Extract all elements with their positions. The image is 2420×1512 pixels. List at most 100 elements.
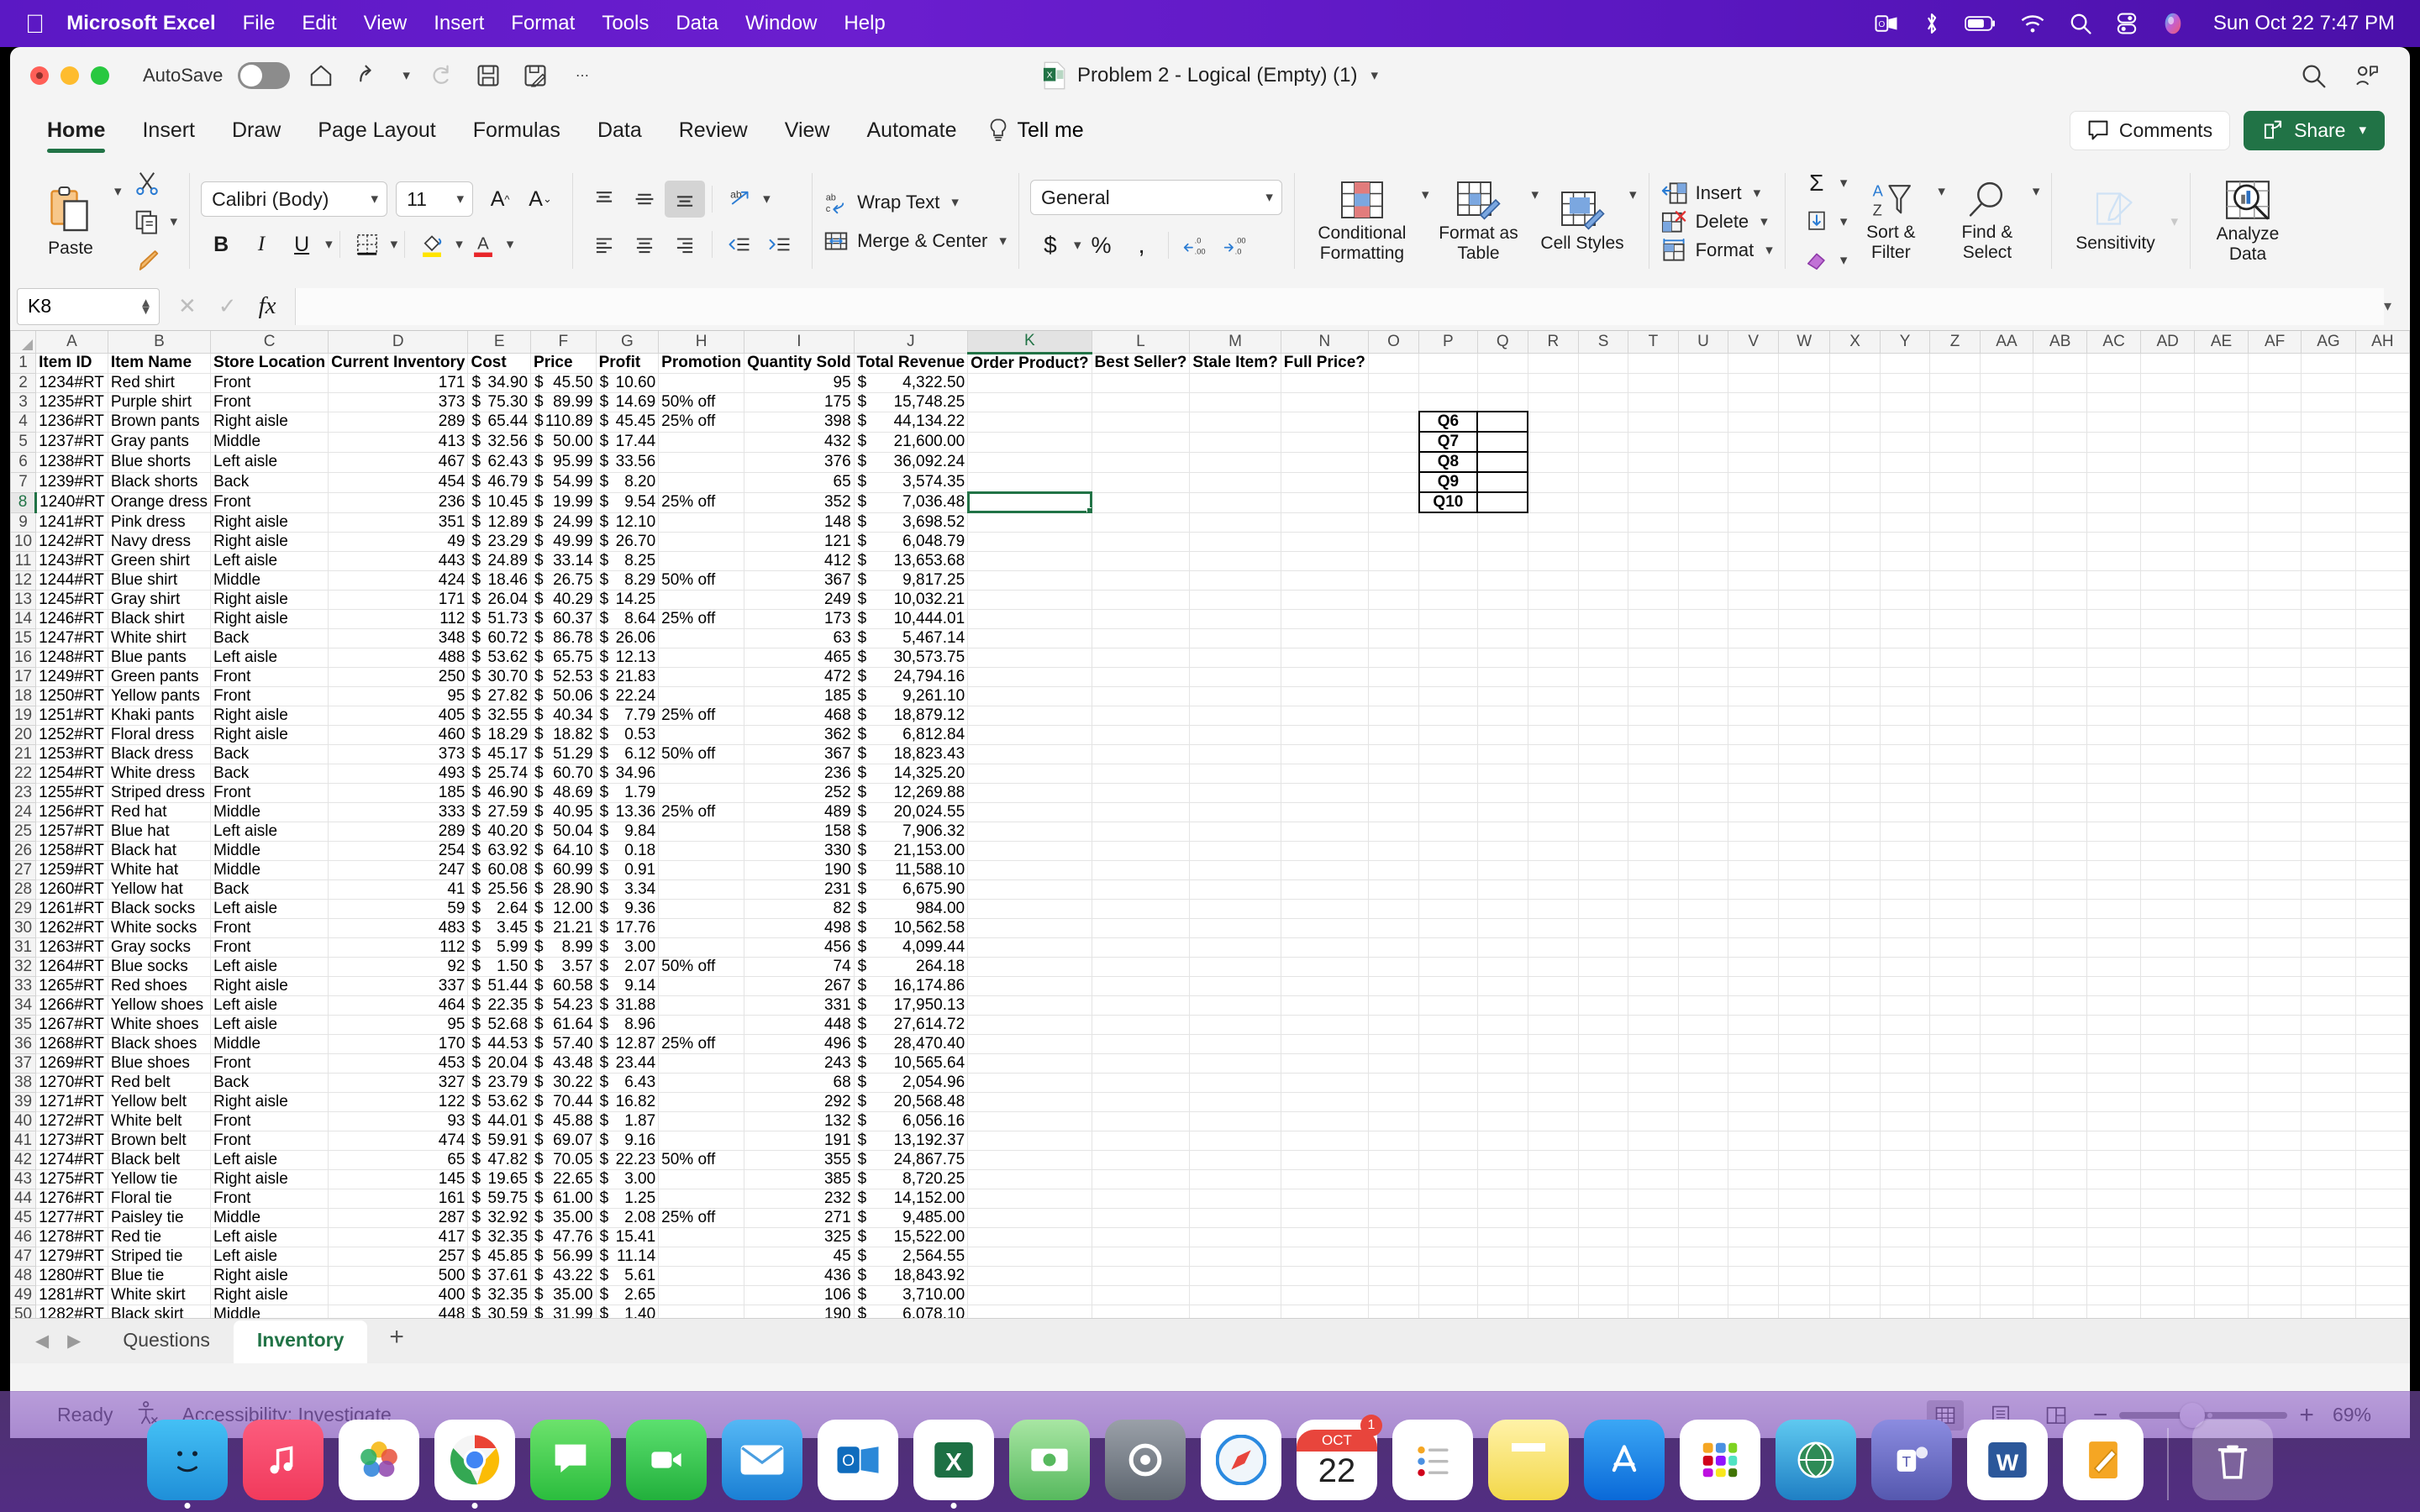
- row-header-12[interactable]: 12: [10, 570, 37, 591]
- cell-W24[interactable]: [1778, 801, 1831, 822]
- cell-AD43[interactable]: [2140, 1168, 2196, 1189]
- cell-J46[interactable]: $15,522.00: [853, 1226, 969, 1247]
- row-header-47[interactable]: 47: [10, 1246, 37, 1267]
- cell-M26[interactable]: [1189, 840, 1281, 861]
- cell-AB8[interactable]: [2033, 491, 2088, 513]
- cell-X40[interactable]: [1829, 1110, 1881, 1131]
- autosave-toggle[interactable]: [238, 62, 291, 89]
- cell-AB3[interactable]: [2033, 391, 2088, 412]
- cell-AD20[interactable]: [2140, 724, 2196, 745]
- cell-Z15[interactable]: [1929, 627, 1981, 648]
- cell-D30[interactable]: 483: [328, 917, 469, 938]
- cell-M42[interactable]: [1189, 1149, 1281, 1170]
- cell-W10[interactable]: [1778, 531, 1831, 552]
- cell-AA5[interactable]: [1979, 431, 2034, 453]
- cell-R39[interactable]: [1527, 1091, 1579, 1112]
- cell-AC29[interactable]: [2086, 898, 2142, 919]
- cell-Q50[interactable]: [1476, 1304, 1528, 1318]
- cell-N24[interactable]: [1280, 801, 1369, 822]
- cell-AE46[interactable]: [2194, 1226, 2249, 1247]
- cell-AG31[interactable]: [2301, 937, 2356, 958]
- cell-L5[interactable]: [1091, 431, 1191, 453]
- cell-Y36[interactable]: [1879, 1033, 1931, 1054]
- cell-G33[interactable]: $9.14: [595, 975, 660, 996]
- cell-AB19[interactable]: [2033, 705, 2088, 726]
- cell-Q23[interactable]: [1476, 782, 1528, 803]
- cell-Z28[interactable]: [1929, 879, 1981, 900]
- cell-B34[interactable]: Yellow shoes: [107, 995, 212, 1016]
- cell-V5[interactable]: [1728, 431, 1780, 453]
- cell-A17[interactable]: 1249#RT: [35, 666, 108, 687]
- cell-N31[interactable]: [1280, 937, 1369, 958]
- battery-icon[interactable]: [1965, 14, 1996, 33]
- cell-AH50[interactable]: [2354, 1304, 2410, 1318]
- cell-C12[interactable]: Middle: [210, 570, 329, 591]
- cell-Q29[interactable]: [1476, 898, 1528, 919]
- cell-T1[interactable]: [1628, 352, 1679, 374]
- cell-C23[interactable]: Front: [210, 782, 329, 803]
- cell-P43[interactable]: [1418, 1168, 1478, 1189]
- cell-AE10[interactable]: [2194, 531, 2249, 552]
- cell-R33[interactable]: [1527, 975, 1579, 996]
- cell-Z23[interactable]: [1929, 782, 1981, 803]
- cell-A32[interactable]: 1264#RT: [35, 956, 108, 977]
- cell-U3[interactable]: [1677, 391, 1729, 412]
- cell-Z40[interactable]: [1929, 1110, 1981, 1131]
- paste-button[interactable]: Paste: [30, 185, 111, 259]
- cell-I48[interactable]: 436: [744, 1265, 855, 1286]
- cell-AA10[interactable]: [1979, 531, 2034, 552]
- search-icon[interactable]: [2297, 60, 2329, 92]
- cell-N10[interactable]: [1280, 531, 1369, 552]
- cell-J39[interactable]: $20,568.48: [853, 1091, 969, 1112]
- cell-Y2[interactable]: [1879, 372, 1931, 393]
- column-header-ah[interactable]: AH: [2354, 331, 2410, 354]
- cell-Z26[interactable]: [1929, 840, 1981, 861]
- cell-G24[interactable]: $13.36: [595, 801, 660, 822]
- cell-G9[interactable]: $12.10: [595, 512, 660, 533]
- cell-W40[interactable]: [1778, 1110, 1831, 1131]
- cell-E35[interactable]: $52.68: [467, 1014, 532, 1035]
- cell-A30[interactable]: 1262#RT: [35, 917, 108, 938]
- cell-AH16[interactable]: [2354, 647, 2410, 668]
- cell-A34[interactable]: 1266#RT: [35, 995, 108, 1016]
- home-icon[interactable]: [305, 60, 337, 92]
- cell-H27[interactable]: [658, 859, 745, 880]
- cell-B25[interactable]: Blue hat: [107, 821, 212, 842]
- cell-D48[interactable]: 500: [328, 1265, 469, 1286]
- cell-J6[interactable]: $36,092.24: [853, 451, 969, 473]
- cell-C10[interactable]: Right aisle: [210, 531, 329, 552]
- column-header-ad[interactable]: AD: [2140, 331, 2196, 354]
- cell-I16[interactable]: 465: [744, 647, 855, 668]
- cell-F23[interactable]: $48.69: [530, 782, 597, 803]
- cell-Z50[interactable]: [1929, 1304, 1981, 1318]
- cell-V25[interactable]: [1728, 821, 1780, 842]
- row-header-48[interactable]: 48: [10, 1265, 37, 1286]
- cell-AB48[interactable]: [2033, 1265, 2088, 1286]
- cell-V4[interactable]: [1728, 411, 1780, 433]
- cell-Q31[interactable]: [1476, 937, 1528, 958]
- cell-D47[interactable]: 257: [328, 1246, 469, 1267]
- cell-I19[interactable]: 468: [744, 705, 855, 726]
- cell-AB11[interactable]: [2033, 550, 2088, 571]
- cell-D24[interactable]: 333: [328, 801, 469, 822]
- question-answer-q6[interactable]: [1476, 411, 1529, 433]
- cell-C36[interactable]: Middle: [210, 1033, 329, 1054]
- cell-AB36[interactable]: [2033, 1033, 2088, 1054]
- cell-N22[interactable]: [1280, 763, 1369, 784]
- cell-AG16[interactable]: [2301, 647, 2356, 668]
- cell-O30[interactable]: [1367, 917, 1420, 938]
- cell-Y13[interactable]: [1879, 589, 1931, 610]
- cell-I42[interactable]: 355: [744, 1149, 855, 1170]
- cell-AA44[interactable]: [1979, 1188, 2034, 1209]
- cell-L11[interactable]: [1091, 550, 1191, 571]
- cell-AF26[interactable]: [2247, 840, 2302, 861]
- cell-Q18[interactable]: [1476, 685, 1528, 706]
- cell-K34[interactable]: [967, 995, 1092, 1016]
- cell-AE32[interactable]: [2194, 956, 2249, 977]
- cell-U20[interactable]: [1677, 724, 1729, 745]
- cell-B26[interactable]: Black hat: [107, 840, 212, 861]
- cell-AB24[interactable]: [2033, 801, 2088, 822]
- cell-AH36[interactable]: [2354, 1033, 2410, 1054]
- word-icon[interactable]: W: [1967, 1420, 2048, 1500]
- cell-J18[interactable]: $9,261.10: [853, 685, 969, 706]
